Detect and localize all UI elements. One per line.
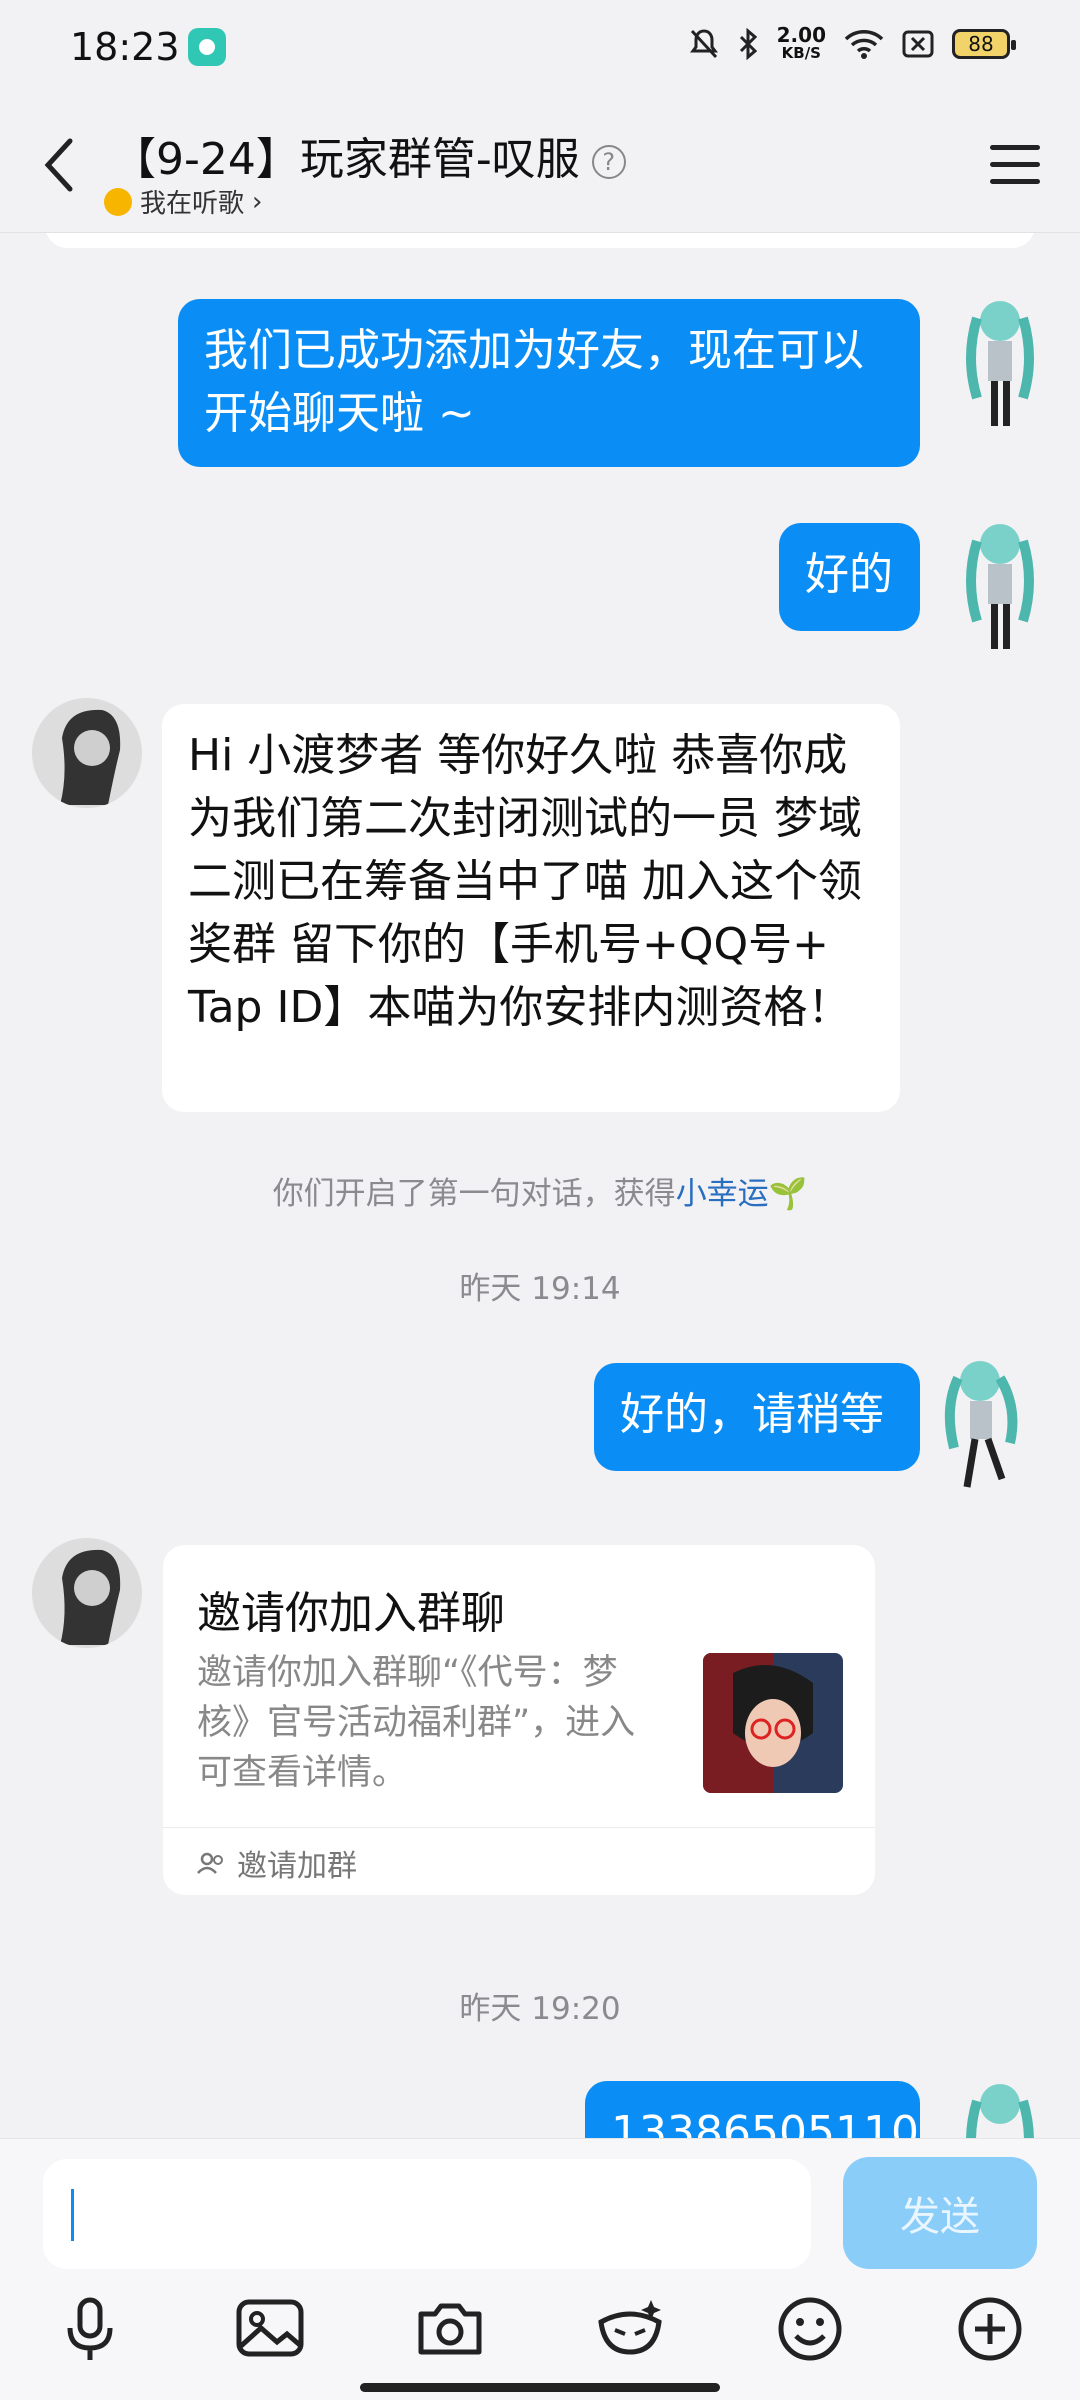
message-list[interactable]: 我们已成功添加为好友，现在可以开始聊天啦 ~ 好的 Hi 小渡梦者 等你好久啦 … — [0, 233, 1080, 2138]
bluetooth-icon — [739, 28, 757, 60]
home-indicator[interactable] — [360, 2383, 720, 2392]
message-bubble-outgoing[interactable]: 我们已成功添加为好友，现在可以开始聊天啦 ~ — [178, 299, 920, 467]
timestamp: 昨天 19:20 — [459, 1991, 621, 2027]
status-icons: 2.00 KB/S 88 — [689, 23, 1016, 62]
sticker-mask-icon[interactable] — [595, 2294, 665, 2364]
menu-icon[interactable] — [990, 145, 1040, 185]
wifi-icon — [844, 30, 884, 59]
avatar-self[interactable] — [955, 2076, 1045, 2138]
message-input[interactable] — [43, 2159, 811, 2269]
avatar-contact[interactable] — [32, 1538, 142, 1648]
headphone-emoji-icon — [104, 187, 132, 216]
invite-footer: 邀请加群 — [197, 1841, 357, 1885]
invite-description: 邀请你加入群聊“《代号：梦核》官号活动福利群”，进入可查看详情。 — [197, 1653, 636, 1793]
net-speed: 2.00 KB/S — [776, 23, 826, 62]
avatar-self[interactable] — [955, 516, 1045, 656]
microphone-icon[interactable] — [55, 2294, 125, 2364]
status-time: 18:23 — [70, 25, 180, 69]
chat-header: 【9-24】玩家群管-叹服? 我在听歌 › — [0, 95, 1080, 233]
message-bubble-outgoing[interactable]: 好的，请稍等 — [594, 1363, 920, 1471]
image-icon[interactable] — [235, 2294, 305, 2364]
avatar-contact[interactable] — [32, 698, 142, 808]
battery-indicator: 88 — [952, 29, 1016, 59]
group-invite-card[interactable]: 邀请你加入群聊 邀请你加入群聊“《代号：梦核》官号活动福利群”，进入可查看详情。… — [163, 1545, 875, 1895]
silent-bell-icon — [689, 29, 718, 59]
group-thumbnail — [703, 1653, 843, 1793]
send-button[interactable]: 发送 — [843, 2157, 1037, 2269]
chat-title[interactable]: 【9-24】玩家群管-叹服? — [112, 123, 626, 187]
back-arrow-icon[interactable] — [40, 135, 80, 195]
input-bar: 发送 — [0, 2138, 1080, 2400]
question-icon[interactable]: ? — [591, 145, 626, 179]
message-bubble-outgoing[interactable]: 好的 — [779, 523, 920, 631]
message-bubble-incoming[interactable]: Hi 小渡梦者 等你好久啦 恭喜你成为我们第二次封闭测试的一员 梦域二测已在筹备… — [162, 704, 900, 1112]
plus-icon[interactable] — [955, 2294, 1025, 2364]
group-icon — [197, 1852, 223, 1874]
avatar-self[interactable] — [955, 293, 1045, 433]
text-caret — [71, 2189, 74, 2241]
emoji-icon[interactable] — [775, 2294, 845, 2364]
invite-title: 邀请你加入群聊 — [197, 1588, 505, 1639]
previous-card — [45, 233, 1035, 248]
music-app-icon — [188, 28, 226, 66]
sprout-icon: 🌱 — [768, 1176, 808, 1212]
timestamp: 昨天 19:14 — [459, 1271, 621, 1307]
status-bar: 18:23 2.00 KB/S 88 — [0, 0, 1080, 95]
camera-icon[interactable] — [415, 2294, 485, 2364]
sim-disabled-icon — [902, 30, 934, 58]
toolbar — [0, 2294, 1080, 2374]
lucky-link[interactable]: 小幸运 — [676, 1176, 769, 1212]
system-notice: 你们开启了第一句对话，获得小幸运🌱 — [272, 1176, 808, 1212]
message-bubble-outgoing[interactable]: 13386505110 — [585, 2081, 920, 2138]
status-subtitle[interactable]: 我在听歌 › — [104, 183, 262, 220]
divider — [163, 1827, 875, 1828]
chevron-right-icon: › — [252, 186, 263, 217]
avatar-self-dancing[interactable] — [940, 1353, 1030, 1493]
